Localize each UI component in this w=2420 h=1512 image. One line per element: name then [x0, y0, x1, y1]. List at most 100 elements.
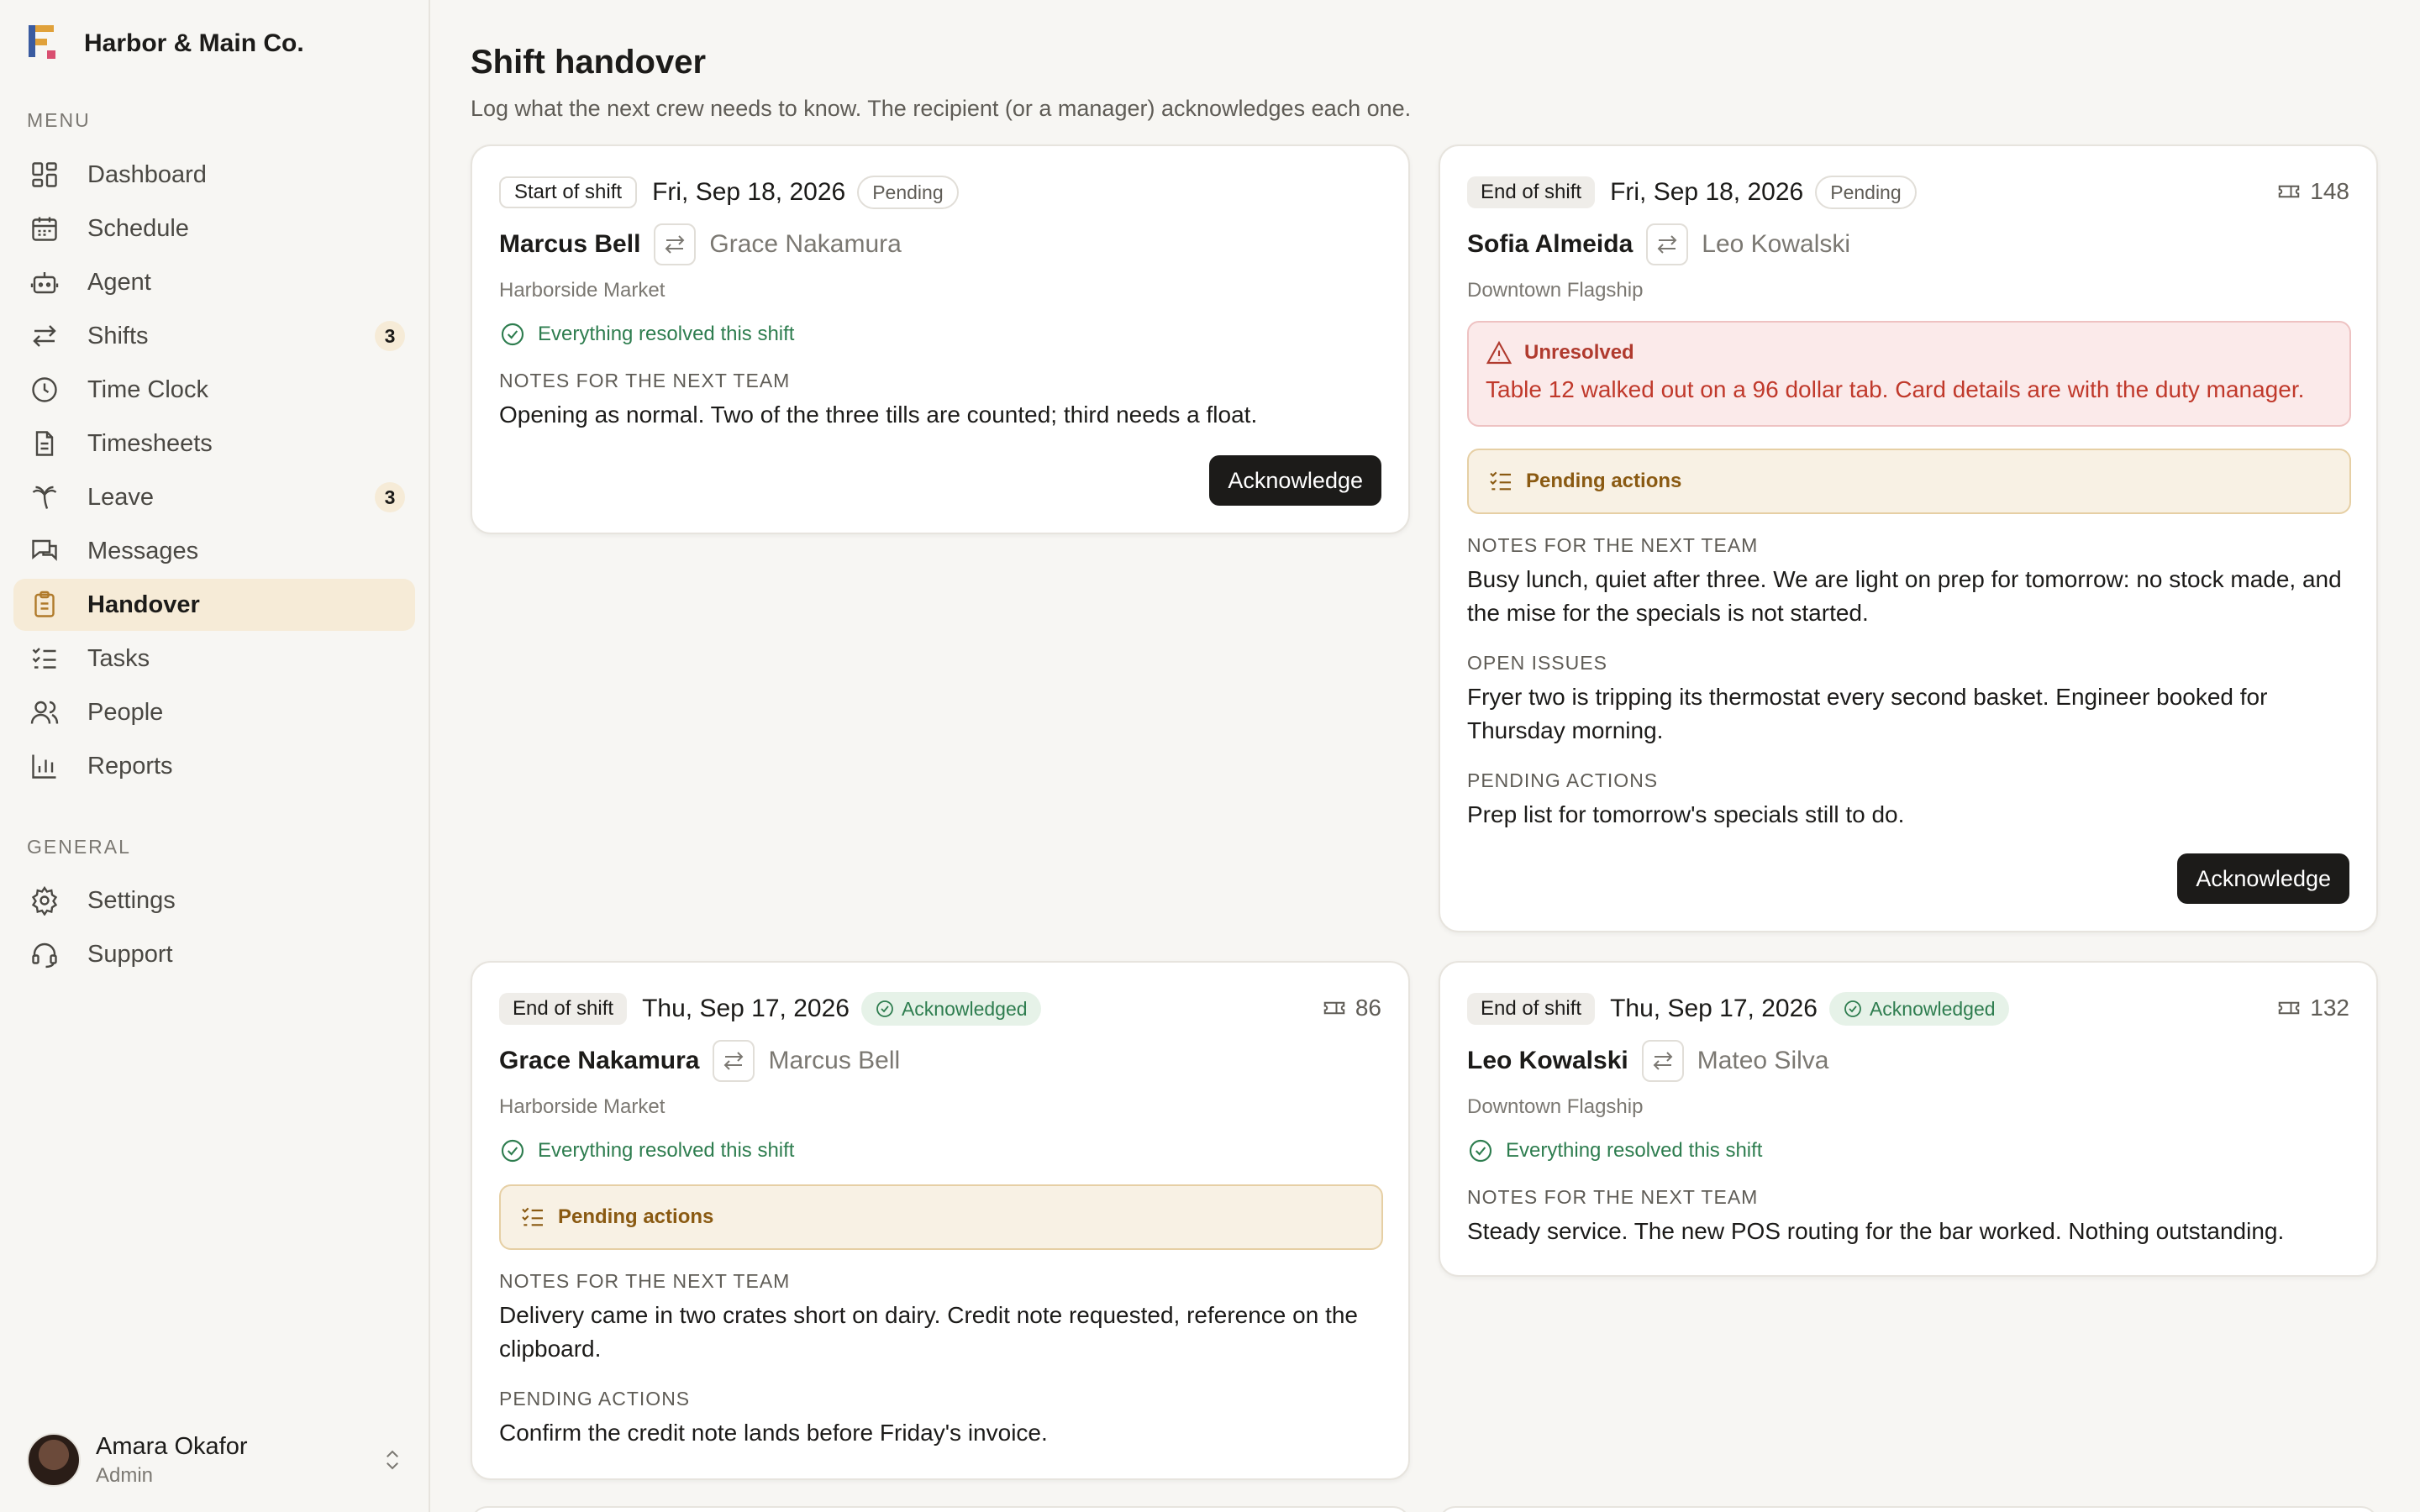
to-person: Grace Nakamura: [709, 230, 902, 258]
sidebar-item-messages[interactable]: Messages: [13, 525, 415, 577]
gear-icon: [29, 885, 60, 916]
to-person: Mateo Silva: [1697, 1047, 1829, 1074]
main-content: Shift handover Log what the next crew ne…: [430, 0, 2420, 1512]
notes-label: NOTES FOR THE NEXT TEAM: [499, 370, 791, 391]
from-person: Grace Nakamura: [499, 1047, 700, 1074]
page-title: Shift handover: [471, 44, 707, 81]
sidebar-item-dashboard[interactable]: Dashboard: [13, 149, 415, 201]
unresolved-text: Table 12 walked out on a 96 dollar tab. …: [1486, 376, 2305, 402]
open-issues-label: OPEN ISSUES: [1467, 652, 1607, 674]
shift-type-chip: End of shift: [499, 993, 628, 1025]
unresolved-alert: Unresolved Table 12 walked out on a 96 d…: [1467, 321, 2351, 427]
handover-card-partial: [1439, 1506, 2378, 1512]
leave-count-badge: 3: [375, 482, 405, 512]
sidebar-item-label: Settings: [87, 886, 176, 914]
notes-text: Opening as normal. Two of the three till…: [499, 402, 1258, 428]
clipboard-icon: [29, 589, 60, 621]
sidebar-item-timesheets[interactable]: Timesheets: [13, 417, 415, 470]
sidebar-item-label: Support: [87, 940, 173, 968]
notes-label: NOTES FOR THE NEXT TEAM: [1467, 534, 1759, 556]
handover-date: Thu, Sep 17, 2026: [642, 995, 850, 1022]
sidebar-item-shifts[interactable]: Shifts 3: [13, 310, 415, 362]
sidebar-item-time-clock[interactable]: Time Clock: [13, 364, 415, 416]
unresolved-title: Unresolved: [1524, 341, 1634, 364]
menu-section-label: MENU: [27, 109, 91, 131]
sidebar-item-label: Handover: [87, 591, 200, 618]
status-badge: Pending: [857, 176, 959, 209]
sidebar-item-label: Shifts: [87, 322, 149, 349]
sidebar: Harbor & Main Co. MENU Dashboard Schedul…: [0, 0, 430, 1512]
handover-card: End of shift Fri, Sep 18, 2026 Pending 1…: [1439, 144, 2378, 932]
user-name: Amara Okafor: [96, 1432, 248, 1460]
swap-icon: [1646, 223, 1689, 265]
pending-actions-section-label: PENDING ACTIONS: [499, 1388, 691, 1410]
ticket-icon: [1323, 1001, 1345, 1015]
sidebar-item-label: Messages: [87, 537, 199, 564]
to-person: Leo Kowalski: [1702, 230, 1851, 258]
ticket-icon: [2279, 185, 2300, 198]
resolved-text: Everything resolved this shift: [1506, 1139, 1763, 1162]
sidebar-item-people[interactable]: People: [13, 686, 415, 738]
handover-card: Start of shift Fri, Sep 18, 2026 Pending…: [471, 144, 1410, 534]
pending-actions-box[interactable]: Pending actions: [499, 1184, 1383, 1250]
user-role: Admin: [96, 1463, 154, 1487]
palm-tree-icon: [29, 481, 60, 513]
notes-text: Busy lunch, quiet after three. We are li…: [1467, 566, 2342, 626]
open-issues-text: Fryer two is tripping its thermostat eve…: [1467, 684, 2268, 743]
handover-date: Thu, Sep 17, 2026: [1610, 995, 1818, 1022]
sidebar-item-label: Time Clock: [87, 375, 208, 403]
sidebar-item-schedule[interactable]: Schedule: [13, 202, 415, 255]
user-menu[interactable]: Amara Okafor Admin: [27, 1431, 405, 1489]
pending-actions-text: Prep list for tomorrow's specials still …: [1467, 801, 1905, 827]
chevron-up-down-icon[interactable]: [380, 1444, 405, 1480]
shift-type-chip: End of shift: [1467, 993, 1596, 1025]
resolved-indicator: Everything resolved this shift: [499, 319, 794, 349]
headset-icon: [29, 938, 60, 970]
general-section-label: GENERAL: [27, 836, 131, 858]
acknowledge-button[interactable]: Acknowledge: [2177, 853, 2349, 904]
handover-card: End of shift Thu, Sep 17, 2026 Acknowled…: [471, 961, 1410, 1480]
shift-type-chip: End of shift: [1467, 176, 1596, 208]
location: Harborside Market: [499, 1095, 666, 1118]
bar-chart-icon: [29, 750, 60, 782]
location: Harborside Market: [499, 279, 666, 302]
avatar: [27, 1433, 81, 1487]
sidebar-item-support[interactable]: Support: [13, 928, 415, 980]
status-badge: Pending: [1815, 176, 1917, 209]
ticket-number: 86: [1355, 995, 1381, 1021]
ticket-number: 148: [2310, 178, 2349, 204]
resolved-indicator: Everything resolved this shift: [1467, 1136, 1762, 1166]
status-text: Acknowledged: [1869, 997, 1996, 1020]
swap-icon: [654, 223, 697, 265]
shifts-count-badge: 3: [375, 321, 405, 351]
clock-icon: [29, 374, 60, 406]
sidebar-item-leave[interactable]: Leave 3: [13, 471, 415, 523]
sidebar-item-reports[interactable]: Reports: [13, 740, 415, 792]
swap-icon: [1641, 1040, 1684, 1082]
resolved-indicator: Everything resolved this shift: [499, 1136, 794, 1166]
status-badge: Acknowledged: [1828, 992, 2009, 1026]
handover-card-partial: [471, 1506, 1410, 1512]
sidebar-item-settings[interactable]: Settings: [13, 874, 415, 927]
pending-actions-box[interactable]: Pending actions: [1467, 449, 2351, 514]
dashboard-icon: [29, 159, 60, 191]
from-person: Leo Kowalski: [1467, 1047, 1628, 1074]
sidebar-item-handover[interactable]: Handover: [13, 579, 415, 631]
sidebar-item-label: Agent: [87, 268, 151, 296]
sidebar-item-label: Dashboard: [87, 160, 207, 188]
check-circle-icon: [501, 323, 524, 346]
acknowledge-button[interactable]: Acknowledge: [1209, 455, 1381, 506]
sidebar-item-tasks[interactable]: Tasks: [13, 633, 415, 685]
brand[interactable]: Harbor & Main Co.: [29, 25, 304, 62]
ticket-count: 132: [2276, 995, 2349, 1021]
status-badge: Acknowledged: [860, 992, 1041, 1026]
swap-icon: [713, 1040, 755, 1082]
status-text: Acknowledged: [901, 997, 1028, 1020]
calendar-icon: [29, 213, 60, 244]
sidebar-item-label: Schedule: [87, 214, 189, 242]
ticket-count: 86: [1322, 995, 1381, 1021]
sidebar-item-agent[interactable]: Agent: [13, 256, 415, 308]
messages-icon: [29, 535, 60, 567]
resolved-text: Everything resolved this shift: [538, 323, 795, 345]
location: Downtown Flagship: [1467, 1095, 1644, 1118]
